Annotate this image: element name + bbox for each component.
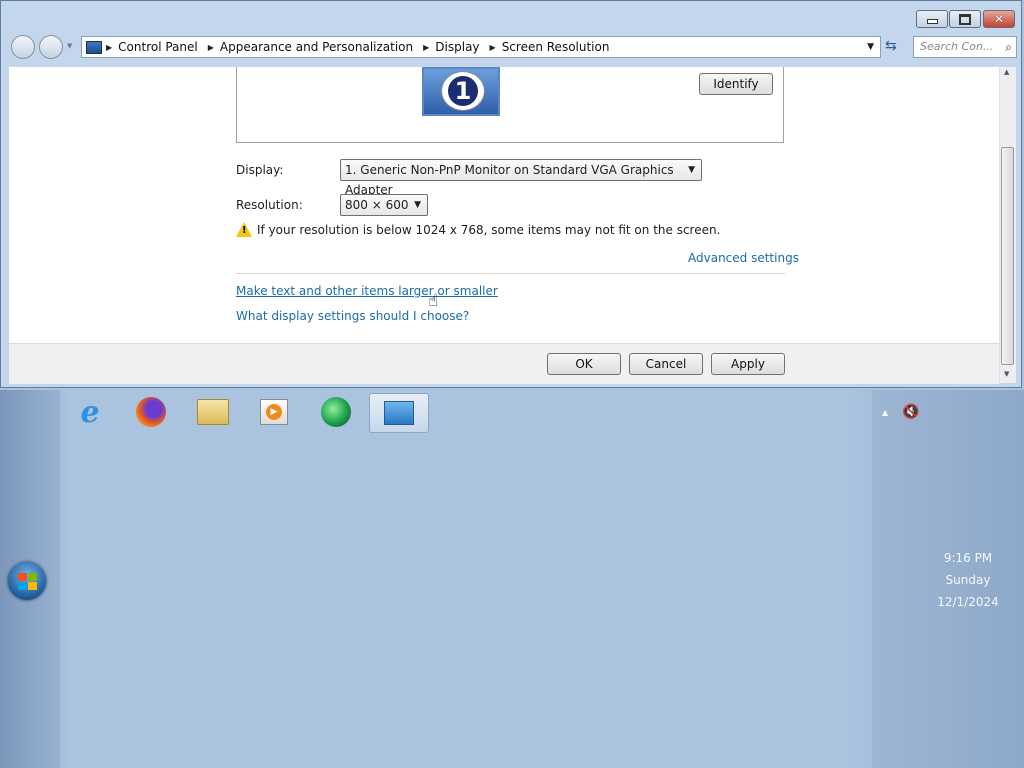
display-settings-icon: [384, 401, 414, 425]
close-icon: ✕: [993, 12, 1005, 26]
resolution-warning-text: If your resolution is below 1024 x 768, …: [257, 223, 721, 237]
media-player-icon: ▶: [260, 399, 288, 425]
navigation-bar: ▼ ▶ Control Panel ▶ Appearance and Perso…: [9, 33, 1017, 61]
taskbar-media-center[interactable]: [312, 393, 360, 431]
chevron-down-icon: ▼: [688, 165, 695, 175]
forward-button[interactable]: [39, 35, 63, 59]
breadcrumb-separator-icon[interactable]: ▶: [208, 43, 214, 52]
media-center-icon: [321, 397, 351, 427]
clock-time[interactable]: 9:16 PM: [930, 551, 1006, 565]
address-dropdown-icon[interactable]: ▼: [867, 42, 874, 52]
screen-resolution-window: ✕ ▼ ▶ Control Panel ▶ Appearance and Per…: [0, 0, 1022, 388]
maximize-button[interactable]: [949, 10, 981, 28]
content-pane: 1 Identify Display: 1. Generic Non-PnP M…: [9, 67, 999, 343]
scrollbar-thumb[interactable]: [1001, 147, 1014, 365]
taskbar-media-player[interactable]: ▶: [250, 393, 298, 431]
taskbar-display-settings[interactable]: [369, 393, 429, 433]
display-label: Display:: [236, 163, 284, 177]
volume-muted-icon[interactable]: 🔇: [902, 404, 919, 420]
clock-date[interactable]: 12/1/2024: [930, 595, 1006, 609]
ok-button[interactable]: OK: [547, 353, 621, 375]
desktop: [0, 390, 1024, 768]
refresh-icon[interactable]: ⇆: [885, 38, 897, 54]
search-icon: ⌕: [1005, 40, 1012, 54]
back-button[interactable]: [11, 35, 35, 59]
internet-explorer-icon: e: [80, 394, 100, 430]
divider: [236, 273, 785, 274]
breadcrumb-separator-icon[interactable]: ▶: [490, 43, 496, 52]
recent-pages-dropdown-icon[interactable]: ▼: [67, 42, 72, 50]
breadcrumb-control-panel[interactable]: Control Panel: [118, 40, 198, 54]
taskbar-file-explorer[interactable]: [189, 393, 237, 431]
display-selected-value: 1. Generic Non-PnP Monitor on Standard V…: [345, 163, 674, 197]
dialog-footer: OK Cancel Apply: [9, 343, 999, 384]
display-settings-help-link[interactable]: What display settings should I choose?: [236, 309, 469, 323]
monitor-number-badge: 1: [441, 71, 485, 111]
breadcrumb-separator-icon[interactable]: ▶: [106, 43, 112, 52]
address-bar[interactable]: ▶ Control Panel ▶ Appearance and Persona…: [81, 36, 881, 58]
restore-icon: [959, 13, 971, 25]
monitor-number: 1: [448, 76, 478, 106]
control-panel-icon: [86, 40, 102, 54]
scroll-up-icon[interactable]: ▲: [1004, 68, 1009, 76]
close-button[interactable]: ✕: [983, 10, 1015, 28]
minimize-icon: [926, 19, 938, 24]
firefox-icon: [136, 397, 166, 427]
vertical-scrollbar[interactable]: ▲ ▼: [999, 67, 1016, 383]
taskbar-firefox[interactable]: [127, 393, 175, 431]
advanced-settings-link[interactable]: Advanced settings: [688, 251, 799, 265]
text-size-link[interactable]: Make text and other items larger or smal…: [236, 284, 498, 298]
show-hidden-icons-button[interactable]: ▲: [882, 408, 888, 417]
breadcrumb-display[interactable]: Display: [435, 40, 479, 54]
file-explorer-icon: [197, 399, 229, 425]
start-button[interactable]: [8, 562, 46, 600]
chevron-down-icon: ▼: [414, 200, 421, 210]
resolution-selected-value: 800 × 600: [345, 198, 409, 212]
identify-button[interactable]: Identify: [699, 73, 773, 95]
breadcrumb-screen-resolution[interactable]: Screen Resolution: [502, 40, 610, 54]
windows-logo-icon: [17, 572, 37, 590]
resolution-label: Resolution:: [236, 198, 303, 212]
breadcrumb-appearance[interactable]: Appearance and Personalization: [220, 40, 413, 54]
warning-icon: !: [236, 222, 252, 237]
monitor-1-thumbnail[interactable]: 1: [422, 67, 500, 116]
scroll-down-icon[interactable]: ▼: [1004, 370, 1009, 378]
search-placeholder: Search Con...: [920, 40, 994, 53]
cancel-button[interactable]: Cancel: [629, 353, 703, 375]
minimize-button[interactable]: [916, 10, 948, 28]
apply-button[interactable]: Apply: [711, 353, 785, 375]
resolution-select[interactable]: 800 × 600 ▼: [340, 194, 428, 216]
breadcrumb-separator-icon[interactable]: ▶: [423, 43, 429, 52]
search-input[interactable]: Search Con... ⌕: [913, 36, 1017, 58]
hand-cursor-icon: ☝: [428, 291, 439, 311]
clock-day[interactable]: Sunday: [930, 573, 1006, 587]
taskbar-internet-explorer[interactable]: e: [66, 393, 114, 431]
display-select[interactable]: 1. Generic Non-PnP Monitor on Standard V…: [340, 159, 702, 197]
